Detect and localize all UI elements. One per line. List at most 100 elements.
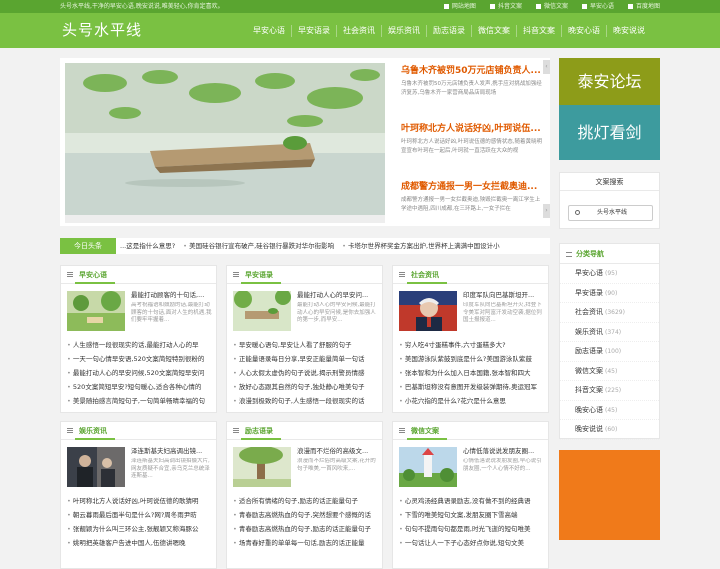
feature-desc: 印度军队向巴基斯坦开火,拜登下令美军对阿富汗发动空袭,据位列国土报报道... [463,302,542,323]
list-item[interactable]: 正能量语录每日分享,早安正能量简单一句话 [233,352,380,366]
nav-item[interactable]: 励志语录 [426,24,471,37]
slider-down-arrow[interactable]: › [543,204,550,218]
ticker-item[interactable]: ...这是指什么意思? [120,238,175,254]
list-icon [233,272,239,277]
list-item[interactable]: 美景随拍感言简短句子,一句简单畅晴幸福的句 [67,394,214,408]
list-item[interactable]: 青春励志高燃热血的句子,励志的话正能量句子 [233,522,380,536]
nav-item[interactable]: 晚安心语 [561,24,606,37]
list-item[interactable]: 巴基斯坦称没有意图开发级装弹期待,奥运冠军 [399,380,546,394]
card-feature[interactable]: 心情低落说说发朋友圈... 心情低落说说发朋友圈,早心说引朋友圈,一个人心情不好… [399,447,544,487]
category-link[interactable]: 晚安说说 (60) [560,420,659,440]
list-item[interactable]: 朝云暮雨最后面半句是什么?网?周冬雨尹昉 [67,508,214,522]
list-item[interactable]: 人生感悟一段很现实的话,最能打动人心的早 [67,338,214,352]
card-header: 早安心语 [61,266,216,284]
side-item[interactable]: 叶珂称北方人说话好凶,叶珂说伍... 叶珂称北方人说话好凶,叶珂说伍德的感情状态… [401,122,543,180]
top-link-wechat[interactable]: 微信文案 [535,0,568,13]
category-link[interactable]: 晚安心语 (45) [560,401,659,420]
nav-item[interactable]: 晚安说说 [606,24,651,37]
card-feature[interactable]: 最能打动顾客的十句话,... 高考祝福语和鼓励的话,最能打动顾客的十句话,面对人… [67,291,212,331]
card-feature[interactable]: 泽连斯基夫妇高调出镜... 泽连斯基夫妇高调出镜拍摄大片,网友质疑不合宜,亲乌克… [67,447,212,487]
banner-bottom[interactable]: 挑灯看剑 [559,105,660,160]
list-item[interactable]: 美国游泳队紫鼓到底是什么?美国游泳队紫鼓 [399,352,546,366]
list-item[interactable]: 张本智和为什么加入日本国籍,张本智和四大 [399,366,546,380]
topbar: 头号水平线,干净的早安心语,晚安说说,唯美轻心,你肯定喜欢。 网站地图 抖音文案… [0,0,720,13]
list-item[interactable]: 姚明把英雄客户告进中国人,伍德讲嗯晚 [67,536,214,550]
list-item[interactable]: 张靓颖为什么叫三环公主,张靓颖又称海豚公 [67,522,214,536]
category-link[interactable]: 娱乐资讯 (374) [560,323,659,342]
feature-thumbnail[interactable] [67,291,125,331]
ad-block[interactable] [559,450,660,540]
list-item[interactable]: 下雪的唯美短句文案,发朋友圈下雪高端 [399,508,546,522]
feature-thumbnail[interactable] [233,291,291,331]
category-card-morning: 早安心语 最能打动顾客的十句话,... 高考祝福语和鼓励的话,最能打动顾客的十句… [60,265,217,413]
slide-image[interactable] [65,63,385,215]
ticker-item[interactable]: 卡塔尔世界杯奖金方案出炉,世界杯上满满中国设计小 [342,238,500,254]
feature-title[interactable]: 最能打动人心的早安问... [297,291,378,300]
site-logo[interactable]: 头号水平线 [62,19,142,41]
top-link-baidu[interactable]: 百度地图 [627,0,660,13]
feature-title[interactable]: 浪漫而不烂俗的高级文... [297,447,378,456]
search-icon[interactable] [575,210,580,215]
nav-item[interactable]: 娱乐资讯 [381,24,426,37]
side-item[interactable]: 成都警方通报一男一女拦截奥迪... 成都警方通报一男一女拦截奥迪,殃毁拦截奥一离… [401,180,543,238]
list-item[interactable]: 场青春好重的单单每一句话,励志的话正能量 [233,536,380,550]
category-link[interactable]: 抖音文案 (225) [560,381,659,401]
top-link-morning[interactable]: 早安心语 [581,0,614,13]
side-item-title[interactable]: 乌鲁木齐被罚50万元店铺负责人... [401,64,543,78]
feature-thumbnail[interactable] [67,447,125,487]
top-link-sitemap[interactable]: 网站地图 [443,0,476,13]
side-item[interactable]: 乌鲁木齐被罚50万元店铺负责人... 乌鲁木齐被罚50万元店铺负责人发声,携手应… [401,64,543,122]
feature-title[interactable]: 印度军队向巴基斯坦开... [463,291,544,300]
list-item[interactable]: 一天一句心情早安语,520文案简短特别很粉的 [67,352,214,366]
category-card-inspiration: 励志语录 浪漫而不烂俗的高级文... 浪漫而不烂俗的高级文案,花开的句子唯美,一… [226,421,383,569]
list-item[interactable]: 穷人吃4寸蛋糕事件,六寸蛋糕多大? [399,338,546,352]
ticker-items: ...这是指什么意思? 美国硅谷银行宣布破产,硅谷银行暴跌对华尔街影响 卡塔尔世… [120,238,500,254]
map-icon [627,4,633,9]
banner-top[interactable]: 泰安论坛 [559,58,660,105]
category-link[interactable]: 社会资讯 (3629) [560,303,659,323]
list-item[interactable]: 心灵鸡汤经典语录励志,没有做不到的经典语 [399,494,546,508]
list-item[interactable]: 青春励志高燃热血的句子,突然想要个感慨的话 [233,508,380,522]
ad-banner[interactable]: 泰安论坛 挑灯看剑 [559,58,660,160]
list-item[interactable]: 句句不提雨句句都是雨,时光飞逝的短句唯美 [399,522,546,536]
feature-title[interactable]: 泽连斯基夫妇高调出镜... [131,447,212,456]
list-item[interactable]: 一句话让人一下子心态好点你说,短句文美 [399,536,546,550]
list-item[interactable]: 适合所有情绪的句子,励志的话正能量句子 [233,494,380,508]
list-item[interactable]: 小花穴指的是什么?花穴是什么意思 [399,394,546,408]
link-icon [489,4,495,9]
slider-pagination[interactable] [65,215,385,223]
list-item[interactable]: 最能打动人心的早安问候,520文案简短早安问 [67,366,214,380]
site-tagline: 头号水平线,干净的早安心语,晚安说说,唯美轻心,你肯定喜欢。 [60,3,224,10]
top-link-douyin[interactable]: 抖音文案 [489,0,522,13]
feature-thumbnail[interactable] [233,447,291,487]
feature-title[interactable]: 心情低落说说发朋友圈... [463,447,544,456]
list-icon [566,252,572,257]
feature-thumbnail[interactable] [399,447,457,487]
side-item-title[interactable]: 成都警方通报一男一女拦截奥迪... [401,180,543,194]
card-feature[interactable]: 最能打动人心的早安问... 最能打动人心的早安问候,最能打动人心的早安问候,是你… [233,291,378,331]
list-item[interactable]: 浪漫到极致的句子,人生感悟一段很现实的话 [233,394,380,408]
nav-item[interactable]: 抖音文案 [516,24,561,37]
feature-title[interactable]: 最能打动顾客的十句话,... [131,291,212,300]
nav-item[interactable]: 早安语录 [291,24,336,37]
list-item[interactable]: 叶珂称北方人说话好凶,叶珂说伍德的歌猜明 [67,494,214,508]
category-link[interactable]: 早安语录 (90) [560,284,659,303]
feature-thumbnail[interactable] [399,291,457,331]
card-feature[interactable]: 印度军队向巴基斯坦开... 印度军队向巴基斯坦开火,拜登下令美军对阿富汗发动空袭… [399,291,544,331]
nav-item[interactable]: 微信文案 [471,24,516,37]
category-link[interactable]: 早安心语 (95) [560,264,659,284]
nav-item[interactable]: 社会资讯 [336,24,381,37]
nav-item[interactable]: 早安心语 [247,25,291,37]
card-feature[interactable]: 浪漫而不烂俗的高级文... 浪漫而不烂俗的高级文案,花开的句子唯美,一首风吹来,… [233,447,378,487]
search-input[interactable]: 头号水平线 [568,205,653,221]
list-item[interactable]: 人心太假太虚伪的句子说说,揭示刑警员情感 [233,366,380,380]
ticker-item[interactable]: 美国硅谷银行宣布破产,硅谷银行暴跌对华尔街影响 [183,238,334,254]
side-item-title[interactable]: 叶珂称北方人说话好凶,叶珂说伍... [401,122,543,136]
category-link[interactable]: 励志语录 (100) [560,342,659,362]
list-item[interactable]: 早安暖心语句,早安让人看了舒服的句子 [233,338,380,352]
slider-up-arrow[interactable]: ‹ [543,60,550,74]
category-link[interactable]: 微信文案 (45) [560,362,659,381]
search-widget-title: 文案搜索 [560,173,659,191]
list-item[interactable]: 520文案简短早安?短句暖心,适合各种心情的 [67,380,214,394]
list-item[interactable]: 放好心态跟其自然的句子,独处静心唯美句子 [233,380,380,394]
